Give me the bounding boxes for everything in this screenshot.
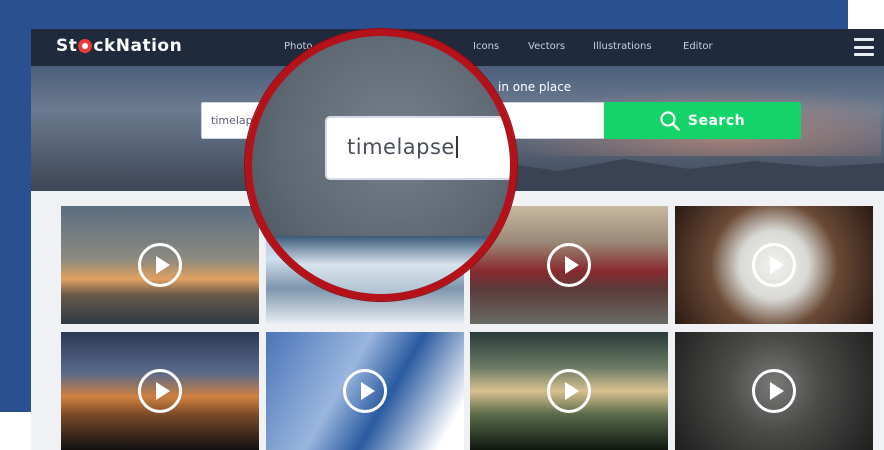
play-icon[interactable] [343,369,387,413]
search-button-label: Search [687,112,746,129]
video-thumbnail[interactable] [61,332,259,450]
play-icon[interactable] [138,369,182,413]
magnified-search-input: timelapse [327,118,510,178]
nav-link-vectors[interactable]: Vectors [528,41,565,52]
magnified-background [252,236,510,294]
video-thumbnail[interactable] [675,206,873,324]
video-thumbnail[interactable] [61,206,259,324]
play-icon[interactable] [752,243,796,287]
video-thumbnail[interactable] [266,332,464,450]
play-icon[interactable] [138,243,182,287]
hero-title: in one place [498,80,572,94]
text-caret [455,136,458,158]
brand-logo[interactable]: St ckNation [56,36,182,56]
nav-link-icons[interactable]: Icons [473,41,499,52]
film-reel-icon [78,39,93,53]
video-thumbnail[interactable] [675,332,873,450]
nav-link-editor[interactable]: Editor [683,41,713,52]
nav-link-illustrations[interactable]: Illustrations [593,41,652,52]
play-icon[interactable] [547,369,591,413]
menu-hamburger-icon[interactable] [854,38,874,56]
search-input-value: timelap [211,114,253,127]
video-thumbnail[interactable] [470,332,668,450]
magnifier-callout: timelapse [245,29,517,301]
magnified-search-text: timelapse [347,135,458,159]
search-button[interactable]: Search [604,102,801,139]
search-icon [660,110,680,131]
play-icon[interactable] [752,369,796,413]
play-icon[interactable] [547,243,591,287]
